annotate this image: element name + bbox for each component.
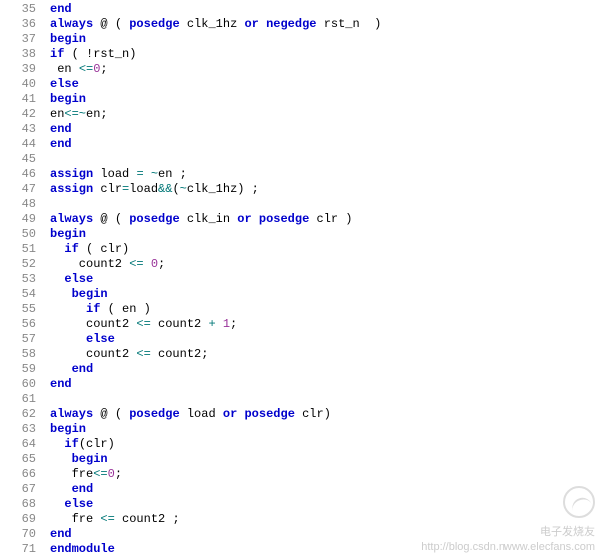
code-line[interactable]: else: [50, 497, 381, 512]
code-line[interactable]: begin: [50, 422, 381, 437]
code-line[interactable]: always @ ( posedge load or posedge clr): [50, 407, 381, 422]
code-line[interactable]: assign load = ~en ;: [50, 167, 381, 182]
code-line[interactable]: begin: [50, 287, 381, 302]
line-number: 71: [0, 542, 36, 557]
line-number: 59: [0, 362, 36, 377]
line-number: 61: [0, 392, 36, 407]
code-line[interactable]: count2 <= 0;: [50, 257, 381, 272]
line-number: 68: [0, 497, 36, 512]
code-line[interactable]: always @ ( posedge clk_1hz or negedge rs…: [50, 17, 381, 32]
code-line[interactable]: end: [50, 137, 381, 152]
code-line[interactable]: [50, 392, 381, 407]
line-number: 47: [0, 182, 36, 197]
line-number: 40: [0, 77, 36, 92]
line-number: 45: [0, 152, 36, 167]
code-line[interactable]: count2 <= count2;: [50, 347, 381, 362]
line-number: 70: [0, 527, 36, 542]
line-number: 44: [0, 137, 36, 152]
line-number: 36: [0, 17, 36, 32]
code-line[interactable]: else: [50, 272, 381, 287]
code-line[interactable]: else: [50, 77, 381, 92]
line-number: 69: [0, 512, 36, 527]
code-line[interactable]: if ( clr): [50, 242, 381, 257]
code-line[interactable]: if(clr): [50, 437, 381, 452]
line-number: 66: [0, 467, 36, 482]
line-number: 65: [0, 452, 36, 467]
line-number: 62: [0, 407, 36, 422]
code-line[interactable]: end: [50, 2, 381, 17]
code-line[interactable]: endmodule: [50, 542, 381, 557]
line-number: 38: [0, 47, 36, 62]
line-number: 43: [0, 122, 36, 137]
code-line[interactable]: else: [50, 332, 381, 347]
code-line[interactable]: [50, 152, 381, 167]
code-line[interactable]: end: [50, 482, 381, 497]
code-line[interactable]: [50, 197, 381, 212]
line-number: 67: [0, 482, 36, 497]
code-line[interactable]: en <=0;: [50, 62, 381, 77]
line-number: 54: [0, 287, 36, 302]
line-number: 49: [0, 212, 36, 227]
code-line[interactable]: begin: [50, 32, 381, 47]
code-line[interactable]: if ( en ): [50, 302, 381, 317]
line-number: 64: [0, 437, 36, 452]
code-line[interactable]: begin: [50, 227, 381, 242]
line-number: 50: [0, 227, 36, 242]
line-number: 56: [0, 317, 36, 332]
line-number: 35: [0, 2, 36, 17]
code-line[interactable]: if ( !rst_n): [50, 47, 381, 62]
line-number: 60: [0, 377, 36, 392]
line-number: 57: [0, 332, 36, 347]
code-line[interactable]: always @ ( posedge clk_in or posedge clr…: [50, 212, 381, 227]
line-number: 48: [0, 197, 36, 212]
line-number: 63: [0, 422, 36, 437]
code-area[interactable]: endalways @ ( posedge clk_1hz or negedge…: [42, 2, 381, 557]
line-number: 41: [0, 92, 36, 107]
line-number: 53: [0, 272, 36, 287]
code-line[interactable]: fre<=0;: [50, 467, 381, 482]
code-line[interactable]: end: [50, 122, 381, 137]
line-number: 52: [0, 257, 36, 272]
code-line[interactable]: count2 <= count2 + 1;: [50, 317, 381, 332]
line-number: 37: [0, 32, 36, 47]
code-line[interactable]: end: [50, 377, 381, 392]
line-number: 42: [0, 107, 36, 122]
line-number: 51: [0, 242, 36, 257]
code-editor[interactable]: 3536373839404142434445464748495051525354…: [0, 0, 600, 557]
code-line[interactable]: end: [50, 527, 381, 542]
line-number-gutter: 3536373839404142434445464748495051525354…: [0, 2, 42, 557]
code-line[interactable]: fre <= count2 ;: [50, 512, 381, 527]
line-number: 46: [0, 167, 36, 182]
line-number: 58: [0, 347, 36, 362]
line-number: 55: [0, 302, 36, 317]
code-line[interactable]: begin: [50, 452, 381, 467]
line-number: 39: [0, 62, 36, 77]
code-line[interactable]: assign clr=load&&(~clk_1hz) ;: [50, 182, 381, 197]
code-line[interactable]: end: [50, 362, 381, 377]
code-line[interactable]: begin: [50, 92, 381, 107]
code-line[interactable]: en<=~en;: [50, 107, 381, 122]
